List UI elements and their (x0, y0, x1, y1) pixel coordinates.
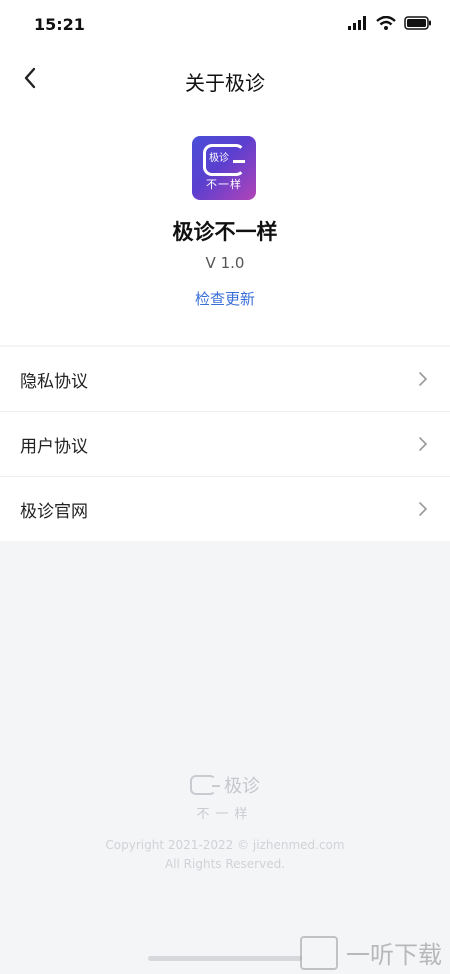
check-update-link[interactable]: 检查更新 (0, 288, 450, 309)
chevron-right-icon (419, 437, 428, 451)
menu-item-privacy[interactable]: 隐私协议 (0, 347, 450, 412)
battery-icon (404, 16, 431, 30)
footer-brand: 极诊 (224, 776, 260, 797)
home-indicator[interactable] (148, 956, 302, 961)
settings-menu: 隐私协议 用户协议 极诊官网 (0, 347, 450, 541)
page-title: 关于极诊 (185, 71, 265, 95)
copyright-line-2: All Rights Reserved. (164, 857, 286, 871)
copyright-line-1: Copyright 2021-2022 © jizhenmed.com (105, 838, 345, 852)
footer-slogan: 不一样 (196, 807, 254, 822)
menu-item-label: 极诊官网 (20, 502, 88, 522)
header-section: 15:21 关于极诊 极诊 不一样 极诊不一样 V 1.0 检查更新 (0, 0, 450, 345)
app-name: 极诊不一样 (172, 220, 278, 244)
nav-bar: 关于极诊 (0, 55, 450, 105)
menu-item-label: 用户协议 (20, 437, 88, 457)
wifi-icon (376, 16, 396, 30)
status-time: 15:21 (34, 15, 85, 34)
logo-text-top: 极诊 (209, 153, 229, 164)
footer-logo: 极诊 (0, 772, 450, 798)
footer-g-icon (190, 775, 220, 795)
status-bar: 15:21 (0, 0, 450, 50)
menu-item-user-agreement[interactable]: 用户协议 (0, 412, 450, 477)
chevron-right-icon (419, 502, 428, 516)
watermark: 一听下载 (300, 935, 442, 970)
chevron-right-icon (419, 372, 428, 386)
menu-item-label: 隐私协议 (20, 372, 88, 392)
app-version: V 1.0 (205, 254, 245, 272)
logo-text-bottom: 不一样 (206, 178, 242, 191)
logo-g-bar (233, 160, 245, 163)
watermark-logo-icon (300, 935, 338, 970)
signal-icon (348, 16, 366, 30)
copyright: Copyright 2021-2022 © jizhenmed.com All … (0, 836, 450, 874)
status-icons (348, 16, 432, 30)
menu-item-website[interactable]: 极诊官网 (0, 477, 450, 541)
app-logo-icon: 极诊 不一样 (192, 136, 256, 200)
watermark-text: 一听下载 (346, 941, 442, 969)
